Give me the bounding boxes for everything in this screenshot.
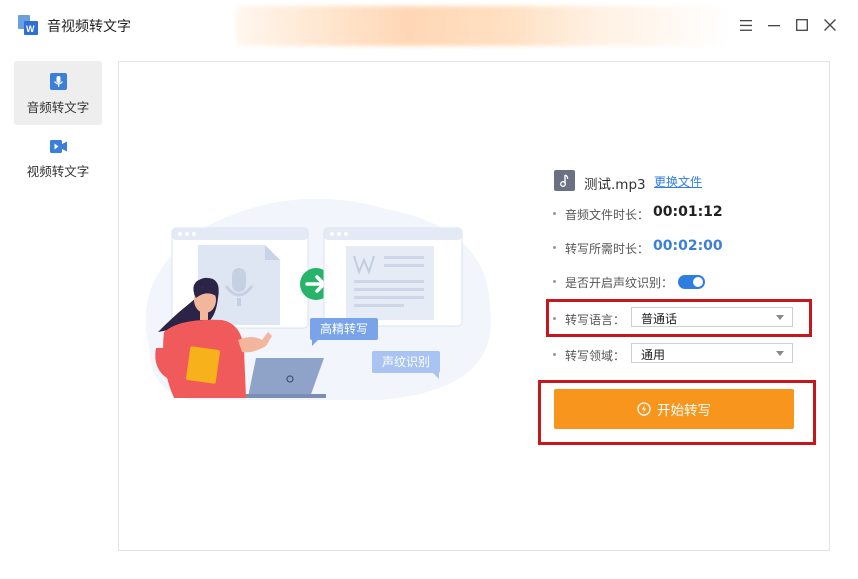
start-icon [637,402,651,416]
title-bar: W 音视频转文字 [0,0,858,50]
bullet-dot [553,246,556,249]
app-title: 音视频转文字 [47,19,131,35]
svg-text:W: W [26,24,35,34]
required-time-value: 00:02:00 [653,238,723,254]
duration-value: 00:01:12 [653,204,723,220]
required-time-label: 转写所需时长： [565,242,650,256]
menu-button[interactable] [735,14,757,36]
close-button[interactable] [819,14,841,36]
tag-precision-tail [312,339,319,346]
blurred-banner [236,6,730,46]
voiceprint-label: 是否开启声纹识别： [565,276,674,290]
bullet-dot [553,280,556,283]
domain-select[interactable]: 通用 [631,343,793,363]
close-icon [824,19,836,31]
domain-select-value: 通用 [641,348,666,362]
sidebar-item-video-to-text[interactable]: 视频转文字 [14,125,102,189]
tag-voiceprint-label: 声纹识别 [381,355,430,369]
duration-label: 音频文件时长： [565,208,650,222]
music-file-icon [554,170,575,191]
menu-icon [740,19,752,31]
maximize-button[interactable] [791,14,813,36]
chevron-down-icon [776,351,784,356]
tag-precision-label: 高精转写 [319,322,368,336]
start-button-label: 开始转写 [657,403,711,419]
sidebar-item-label: 音频转文字 [26,100,90,115]
tag-voiceprint: 声纹识别 [372,351,440,373]
app-logo-icon: W [18,15,38,35]
change-file-link[interactable]: 更换文件 [654,173,702,190]
video-camera-icon [50,140,67,153]
bullet-dot [553,353,556,356]
illustration [145,198,491,400]
file-name: 测试.mp3 [584,177,646,193]
maximize-icon [796,19,808,31]
voiceprint-toggle[interactable] [678,275,705,289]
minimize-button[interactable] [763,14,785,36]
domain-label: 转写领域： [565,349,626,363]
language-highlight-box [546,299,812,337]
document-window-illustration [323,227,463,327]
microphone-icon [50,73,67,90]
sidebar-item-audio-to-text[interactable]: 音频转文字 [14,61,102,125]
minimize-icon [768,25,780,27]
start-transcription-button[interactable]: 开始转写 [554,389,794,429]
toggle-knob [693,277,703,287]
bullet-dot [553,212,556,215]
sidebar-item-label: 视频转文字 [26,164,90,179]
tag-voiceprint-tail [432,372,439,379]
tag-precision-transcription: 高精转写 [310,318,378,340]
